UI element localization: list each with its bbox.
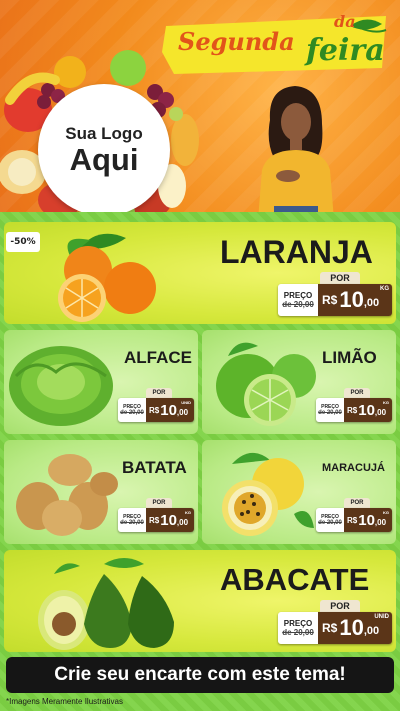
logo-line2: Aqui [69,141,139,177]
price-unit: KG [380,286,389,292]
currency: R$ [322,293,338,307]
price-value: 10 [358,401,375,419]
product-name: BATATA [122,458,187,477]
logo-line1: Sua Logo [65,123,143,143]
price-por-label: POR [320,600,360,612]
old-price: de 20,00 [120,410,144,416]
logo-placeholder[interactable]: Sua Logo Aqui [38,84,170,216]
price-cents: ,00 [363,625,380,637]
price-value: 10 [358,511,375,529]
price-por-label: POR [344,498,370,508]
product-name: ABACATE [220,562,370,597]
passion-fruit-illustration [222,452,314,536]
product-name: MARACUJÁ [322,462,385,474]
old-price: de 20,00 [120,520,144,526]
product-name: ALFACE [124,348,192,367]
product-name: LARANJA [220,234,373,270]
title-da: da [334,12,356,31]
currency: R$ [149,515,160,525]
price-value: 10 [160,401,177,419]
price-value: 10 [339,615,364,640]
price-tag: POR PREÇO de 20,00 R$ 10 ,00 UNID [118,388,194,424]
price-cents: ,00 [176,407,189,417]
currency: R$ [149,405,160,415]
product-card-maracuja[interactable]: MARACUJÁ POR PREÇO de 20,00 R$ 10 ,00 KG [202,440,396,544]
price-cents: ,00 [176,517,189,527]
product-card-limao[interactable]: LIMÃO POR PREÇO de 20,00 R$ 10 ,00 KG [202,330,396,434]
price-por-label: POR [146,388,172,398]
price-unit: UNID [181,400,191,405]
title-feira: feira [306,33,385,68]
price-cents: ,00 [374,517,387,527]
price-tag: POR PREÇO de 20,00 R$ 10 ,00 KG [316,498,392,534]
price-unit: KG [383,510,389,515]
price-label: PREÇO [283,619,313,628]
woman-illustration [258,86,334,220]
price-value: 10 [160,511,177,529]
disclaimer-text: *Imagens Meramente Ilustrativas [6,697,123,706]
price-tag: POR PREÇO de 20,00 R$ 10 ,00 KG [118,498,194,534]
price-label: PREÇO [283,291,313,300]
price-por-label: POR [320,272,360,284]
old-price: de 20,00 [318,410,342,416]
currency: R$ [322,621,338,635]
price-por-label: POR [146,498,172,508]
product-card-batata[interactable]: BATATA POR PREÇO de 20,00 R$ 10 ,00 KG [4,440,198,544]
lettuce-illustration [9,346,113,426]
old-price: de 20,00 [318,520,342,526]
currency: R$ [347,515,358,525]
price-cents: ,00 [363,297,380,309]
price-unit: KG [185,510,191,515]
discount-badge: -50% [6,232,40,252]
price-unit: KG [383,400,389,405]
price-unit: UNID [374,614,389,620]
price-tag: POR PREÇO de 20,00 R$ 10 ,00 KG [278,272,392,318]
product-card-alface[interactable]: ALFACE POR PREÇO de 20,00 R$ 10 ,00 UNID [4,330,198,434]
currency: R$ [347,405,358,415]
orange-illustration [58,233,156,322]
product-card-laranja[interactable]: LARANJA POR PREÇO de 20,00 R$ 10 ,00 KG [4,222,396,324]
header-banner: Sua Logo Aqui Segunda da feira [0,0,400,222]
product-name: LIMÃO [322,348,377,367]
old-price: de 20,00 [282,628,314,637]
old-price: de 20,00 [282,300,314,309]
price-por-label: POR [344,388,370,398]
product-card-abacate[interactable]: ABACATE POR PREÇO de 20,00 R$ 10 ,00 UNI… [4,550,396,652]
title-segunda: Segunda [178,27,295,56]
price-cents: ,00 [374,407,387,417]
price-tag: POR PREÇO de 20,00 R$ 10 ,00 KG [316,388,392,424]
lime-illustration [216,342,316,426]
price-value: 10 [339,287,364,312]
cta-button[interactable]: Crie seu encarte com este tema! [6,657,394,693]
potato-illustration [16,454,118,536]
avocado-illustration [38,558,174,650]
price-tag: POR PREÇO de 20,00 R$ 10 ,00 UNID [278,600,392,646]
